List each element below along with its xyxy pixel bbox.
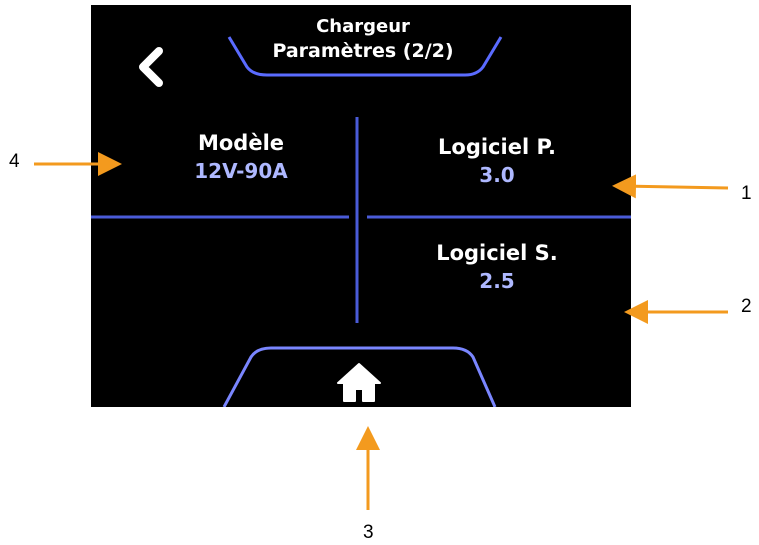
model-value: 12V-90A: [194, 159, 288, 183]
software-s-cell: Logiciel S. 2.5: [377, 239, 617, 295]
annotation-2: 2: [741, 296, 752, 317]
title-line-2: Paramètres (2/2): [272, 40, 454, 62]
software-p-label: Logiciel P.: [438, 135, 556, 159]
chevron-left-icon: [139, 47, 163, 87]
annotation-3: 3: [363, 522, 374, 543]
software-p-cell: Logiciel P. 3.0: [377, 133, 617, 189]
annotation-1: 1: [741, 183, 752, 204]
arrow-1: [612, 174, 729, 199]
software-s-label: Logiciel S.: [436, 241, 558, 265]
back-button[interactable]: [131, 45, 171, 89]
software-s-value: 2.5: [479, 269, 515, 293]
model-cell: Modèle 12V-90A: [131, 129, 351, 185]
charger-screen: Chargeur Paramètres (2/2) Modèle 12V-90A…: [91, 5, 631, 407]
page-title: Chargeur Paramètres (2/2): [243, 15, 483, 63]
home-icon: [337, 363, 381, 402]
model-label: Modèle: [197, 131, 285, 155]
annotation-4: 4: [9, 151, 20, 172]
documentation-figure: Chargeur Paramètres (2/2) Modèle 12V-90A…: [0, 0, 759, 545]
title-line-1: Chargeur: [316, 16, 410, 37]
software-p-value: 3.0: [479, 163, 515, 187]
empty-cell: [101, 220, 356, 320]
